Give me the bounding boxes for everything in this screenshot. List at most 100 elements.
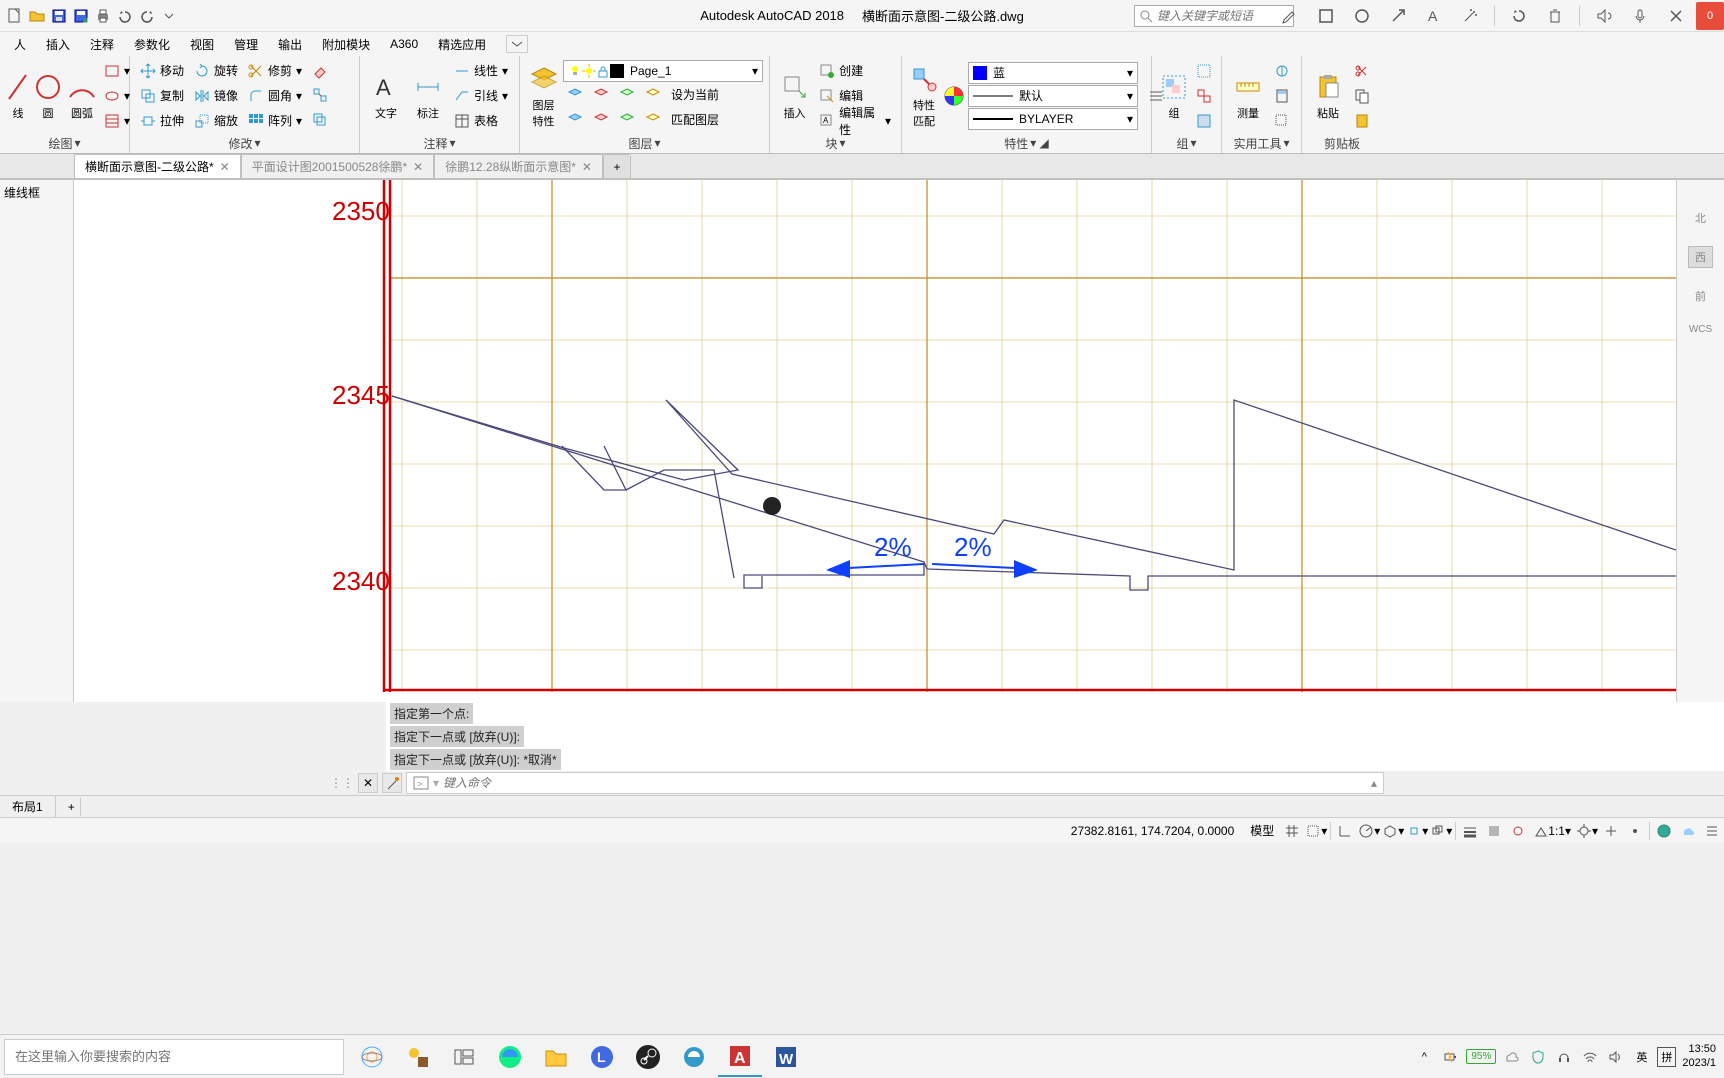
layer-tool-icon[interactable]: [563, 83, 587, 107]
polar-icon[interactable]: ▾: [1357, 820, 1381, 842]
cloud-icon[interactable]: [1676, 820, 1700, 842]
mirror-button[interactable]: 镜像: [190, 84, 242, 108]
line-button[interactable]: 线: [6, 71, 30, 121]
table-button[interactable]: 表格: [450, 109, 512, 133]
delete-icon[interactable]: [1539, 2, 1571, 30]
osnap-icon[interactable]: ▾: [1405, 820, 1429, 842]
measure-button[interactable]: 测量: [1228, 71, 1268, 121]
volume-icon[interactable]: [1606, 1047, 1626, 1067]
layout-tab[interactable]: 布局1: [0, 796, 56, 817]
onedrive-icon[interactable]: [1502, 1047, 1522, 1067]
transparency-icon[interactable]: [1482, 820, 1506, 842]
security-icon[interactable]: [1528, 1047, 1548, 1067]
hatch-rb-icon[interactable]: ▾: [100, 109, 134, 133]
mic-icon[interactable]: [1624, 2, 1656, 30]
arc-button[interactable]: 圆弧: [66, 71, 98, 121]
ime-lang[interactable]: 英: [1632, 1047, 1651, 1067]
paste-special-icon[interactable]: [1350, 109, 1374, 133]
cmd-options-icon[interactable]: [382, 773, 402, 793]
menu-item[interactable]: 附加模块: [312, 34, 380, 55]
viewcube-wcs[interactable]: WCS: [1689, 324, 1712, 335]
linetype-dropdown[interactable]: 默认▾: [968, 85, 1138, 107]
redo-icon[interactable]: [136, 5, 158, 27]
app-icon[interactable]: [396, 1037, 440, 1077]
util-tool-icon[interactable]: [1270, 59, 1294, 83]
rotate-button[interactable]: 旋转: [190, 59, 242, 83]
menu-item[interactable]: 管理: [224, 34, 268, 55]
save-icon[interactable]: [48, 5, 70, 27]
annoscale-icon[interactable]: 1:1▾: [1530, 820, 1575, 842]
drag-handle-icon[interactable]: ⋮⋮: [330, 776, 354, 790]
3dosnap-icon[interactable]: ▾: [1429, 820, 1453, 842]
lineweight-dropdown[interactable]: BYLAYER▾: [968, 108, 1138, 130]
plus-icon[interactable]: [1599, 820, 1623, 842]
customize-icon[interactable]: [1623, 820, 1647, 842]
color-wheel-icon[interactable]: [942, 80, 966, 112]
steam-icon[interactable]: [626, 1037, 670, 1077]
open-icon[interactable]: [26, 5, 48, 27]
menu-item[interactable]: 注释: [80, 34, 124, 55]
doc-tab[interactable]: 徐鹏12.28纵断面示意图*✕: [434, 154, 603, 178]
notification-badge[interactable]: 0: [1696, 2, 1724, 30]
menu-item[interactable]: 人: [4, 34, 36, 55]
command-input[interactable]: >_ ▾ ▴: [406, 772, 1384, 794]
doc-tab[interactable]: 横断面示意图-二级公路*✕: [74, 154, 241, 178]
undo2-icon[interactable]: [1503, 2, 1535, 30]
copy-clip-icon[interactable]: [1350, 84, 1374, 108]
menu-overflow-icon[interactable]: [506, 35, 528, 53]
cortana-icon[interactable]: [350, 1037, 394, 1077]
isodraft-icon[interactable]: ▾: [1381, 820, 1405, 842]
tab-close-icon[interactable]: ✕: [413, 160, 423, 174]
menu-item[interactable]: 精选应用: [428, 34, 496, 55]
rect-rb-icon[interactable]: ▾: [100, 59, 134, 83]
drawing-canvas[interactable]: 2350 2345 2340 2% 2%: [74, 180, 1676, 702]
ungroup-icon[interactable]: [1192, 84, 1216, 108]
cut-icon[interactable]: [1350, 59, 1374, 83]
taskbar-search-input[interactable]: [15, 1049, 333, 1064]
edge-icon[interactable]: [488, 1037, 532, 1077]
select-icon[interactable]: [1270, 109, 1294, 133]
ime-mode[interactable]: 拼: [1657, 1047, 1676, 1067]
menu-item[interactable]: A360: [380, 35, 428, 53]
lineweight-icon[interactable]: [1458, 820, 1482, 842]
viewcube-front[interactable]: 前: [1695, 288, 1706, 304]
edit-icon[interactable]: [1274, 2, 1306, 30]
close-icon[interactable]: [1660, 2, 1692, 30]
copy-button[interactable]: 复制: [136, 84, 188, 108]
wifi-icon[interactable]: [1580, 1047, 1600, 1067]
grid-icon[interactable]: [1280, 820, 1304, 842]
menu-item[interactable]: 输出: [268, 34, 312, 55]
paste-button[interactable]: 粘贴: [1308, 71, 1348, 121]
layer-tool-icon[interactable]: [563, 108, 587, 132]
gear-icon[interactable]: ▾: [1575, 820, 1599, 842]
ie-icon[interactable]: [672, 1037, 716, 1077]
taskbar-search[interactable]: [4, 1039, 344, 1075]
insert-block-button[interactable]: 插入: [776, 71, 813, 121]
match-props-button[interactable]: 特性 匹配: [908, 63, 940, 129]
arrow-icon[interactable]: [1382, 2, 1414, 30]
wand-icon[interactable]: [1454, 2, 1486, 30]
command-input-field[interactable]: [443, 776, 1371, 790]
layer-tool-icon[interactable]: [615, 83, 639, 107]
new-tab-button[interactable]: +: [603, 154, 631, 178]
help-search[interactable]: [1134, 5, 1294, 27]
word-icon[interactable]: W: [764, 1037, 808, 1077]
speaker-icon[interactable]: [1588, 2, 1620, 30]
text-a-icon[interactable]: A: [1418, 2, 1450, 30]
menu-icon[interactable]: [1700, 820, 1724, 842]
tab-close-icon[interactable]: ✕: [582, 160, 592, 174]
color-dropdown[interactable]: 蓝▾: [968, 62, 1138, 84]
headset-icon[interactable]: [1554, 1047, 1574, 1067]
scale-button[interactable]: 缩放: [190, 109, 242, 133]
leader-button[interactable]: 引线 ▾: [450, 84, 512, 108]
menu-item[interactable]: 视图: [180, 34, 224, 55]
layer-tool-icon[interactable]: [589, 83, 613, 107]
group-button[interactable]: 组: [1158, 71, 1190, 121]
explorer-icon[interactable]: [534, 1037, 578, 1077]
app2-icon[interactable]: L: [580, 1037, 624, 1077]
viewcube-west[interactable]: 西: [1688, 246, 1713, 268]
layer-tool-icon[interactable]: [589, 108, 613, 132]
ellipse-rb-icon[interactable]: ▾: [100, 84, 134, 108]
tray-overflow-icon[interactable]: ^: [1414, 1047, 1434, 1067]
clock[interactable]: 13:50 2023/1: [1682, 1043, 1716, 1069]
